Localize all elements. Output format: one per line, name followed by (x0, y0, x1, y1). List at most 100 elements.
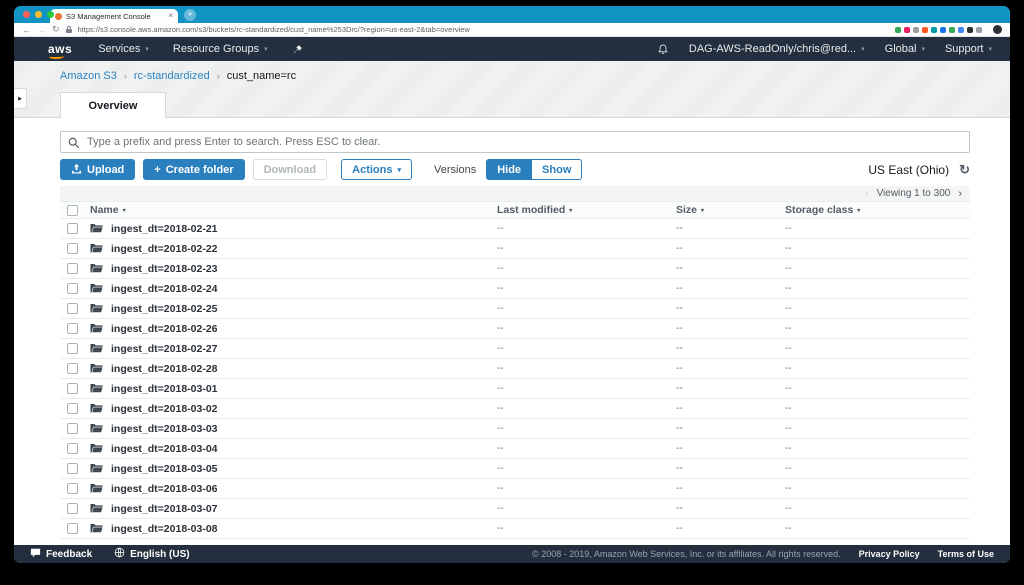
row-checkbox[interactable] (67, 363, 78, 374)
row-checkbox[interactable] (67, 523, 78, 534)
object-name-link[interactable]: ingest_dt=2018-03-07 (111, 503, 218, 515)
versions-hide-button[interactable]: Hide (486, 159, 533, 180)
object-name-link[interactable]: ingest_dt=2018-03-04 (111, 443, 218, 455)
table-row: ingest_dt=2018-03-04 -- -- -- (60, 439, 970, 459)
address-url[interactable]: https://s3.console.aws.amazon.com/s3/buc… (78, 25, 470, 34)
new-tab-button[interactable]: + (184, 9, 196, 21)
object-name-link[interactable]: ingest_dt=2018-02-21 (111, 223, 218, 235)
language-selector[interactable]: English (US) (114, 547, 190, 561)
chevron-down-icon: ▾ (988, 46, 992, 53)
back-icon[interactable]: ← (22, 25, 31, 35)
last-modified-value: -- (497, 523, 504, 534)
row-checkbox[interactable] (67, 403, 78, 414)
support-menu[interactable]: Support ▾ (945, 43, 992, 55)
object-name-link[interactable]: ingest_dt=2018-03-08 (111, 523, 218, 535)
region-menu[interactable]: Global ▾ (885, 43, 925, 55)
extension-icon[interactable] (931, 26, 937, 33)
close-window-button[interactable] (23, 11, 30, 18)
row-checkbox[interactable] (67, 423, 78, 434)
folder-icon (90, 243, 103, 254)
feedback-button[interactable]: Feedback (30, 548, 92, 561)
object-name-link[interactable]: ingest_dt=2018-02-24 (111, 283, 218, 295)
column-header-name[interactable]: Name ▾ (90, 204, 497, 216)
chevron-down-icon: ▾ (145, 46, 149, 53)
previous-page-icon[interactable]: ‹ (865, 188, 869, 200)
row-checkbox[interactable] (67, 503, 78, 514)
column-header-last-modified[interactable]: Last modified ▾ (497, 204, 676, 216)
select-all-checkbox[interactable] (67, 204, 78, 216)
terms-of-use-link[interactable]: Terms of Use (938, 549, 994, 559)
extension-icon[interactable] (940, 26, 946, 33)
browser-tab[interactable]: S3 Management Console × (50, 9, 178, 23)
profile-avatar[interactable] (993, 25, 1002, 34)
object-name-link[interactable]: ingest_dt=2018-03-05 (111, 463, 218, 475)
extension-icon[interactable] (904, 26, 910, 33)
close-tab-icon[interactable]: × (168, 12, 173, 20)
object-name-link[interactable]: ingest_dt=2018-02-23 (111, 263, 218, 275)
browser-url-bar: ← → ↻ https://s3.console.aws.amazon.com/… (14, 23, 1010, 37)
row-checkbox[interactable] (67, 303, 78, 314)
column-header-storage-class[interactable]: Storage class ▾ (785, 204, 970, 216)
row-checkbox[interactable] (67, 443, 78, 454)
table-row: ingest_dt=2018-03-05 -- -- -- (60, 459, 970, 479)
size-value: -- (676, 423, 683, 434)
account-menu[interactable]: DAG-AWS-ReadOnly/chris@red... ▾ (689, 43, 865, 55)
object-name-link[interactable]: ingest_dt=2018-02-25 (111, 303, 218, 315)
reload-icon[interactable]: ↻ (52, 24, 60, 35)
row-checkbox[interactable] (67, 343, 78, 354)
next-page-icon[interactable]: › (958, 188, 962, 200)
object-name-link[interactable]: ingest_dt=2018-03-02 (111, 403, 218, 415)
size-value: -- (676, 303, 683, 314)
tab-overview[interactable]: Overview (60, 92, 166, 118)
object-name-link[interactable]: ingest_dt=2018-03-06 (111, 483, 218, 495)
actions-dropdown-button[interactable]: Actions ▾ (341, 159, 412, 180)
search-icon (68, 136, 80, 154)
create-folder-button[interactable]: + Create folder (143, 159, 245, 180)
row-checkbox[interactable] (67, 483, 78, 494)
storage-class-value: -- (785, 503, 792, 514)
prefix-search-input[interactable] (60, 131, 970, 153)
extension-icon[interactable] (958, 26, 964, 33)
folder-icon (90, 223, 103, 234)
extension-icon[interactable] (913, 26, 919, 33)
row-checkbox[interactable] (67, 243, 78, 254)
globe-icon (114, 547, 125, 561)
breadcrumb-amazon-s3[interactable]: Amazon S3 (60, 70, 117, 82)
size-value: -- (676, 383, 683, 394)
refresh-icon[interactable]: ↻ (959, 163, 970, 176)
object-name-link[interactable]: ingest_dt=2018-02-22 (111, 243, 218, 255)
pin-icon[interactable] (292, 44, 303, 55)
aws-logo[interactable]: aws (48, 42, 72, 59)
row-checkbox[interactable] (67, 463, 78, 474)
extension-icon[interactable] (967, 26, 973, 33)
privacy-policy-link[interactable]: Privacy Policy (859, 549, 920, 559)
extension-icon[interactable] (895, 26, 901, 33)
object-name-link[interactable]: ingest_dt=2018-03-03 (111, 423, 218, 435)
notifications-bell-icon[interactable] (657, 43, 669, 56)
size-value: -- (676, 403, 683, 414)
services-menu[interactable]: Services ▾ (98, 43, 149, 55)
sidebar-expand-handle[interactable]: ▶ (14, 88, 27, 109)
row-checkbox[interactable] (67, 383, 78, 394)
object-name-link[interactable]: ingest_dt=2018-02-28 (111, 363, 218, 375)
last-modified-value: -- (497, 343, 504, 354)
upload-button[interactable]: Upload (60, 159, 136, 180)
row-checkbox[interactable] (67, 323, 78, 334)
object-name-link[interactable]: ingest_dt=2018-02-27 (111, 343, 218, 355)
object-name-link[interactable]: ingest_dt=2018-02-26 (111, 323, 218, 335)
resource-groups-menu[interactable]: Resource Groups ▾ (173, 43, 268, 55)
zoom-window-button[interactable] (47, 11, 54, 18)
extension-icon[interactable] (922, 26, 928, 33)
extension-icon[interactable] (976, 26, 982, 33)
column-header-size[interactable]: Size ▾ (676, 204, 785, 216)
row-checkbox[interactable] (67, 223, 78, 234)
forward-icon[interactable]: → (37, 25, 46, 35)
row-checkbox[interactable] (67, 263, 78, 274)
extension-icon[interactable] (949, 26, 955, 33)
versions-show-button[interactable]: Show (532, 159, 583, 180)
row-checkbox[interactable] (67, 283, 78, 294)
object-name-link[interactable]: ingest_dt=2018-03-01 (111, 383, 218, 395)
minimize-window-button[interactable] (35, 11, 42, 18)
breadcrumb-current-prefix: cust_name=rc (226, 70, 297, 82)
breadcrumb-bucket[interactable]: rc-standardized (134, 70, 210, 82)
